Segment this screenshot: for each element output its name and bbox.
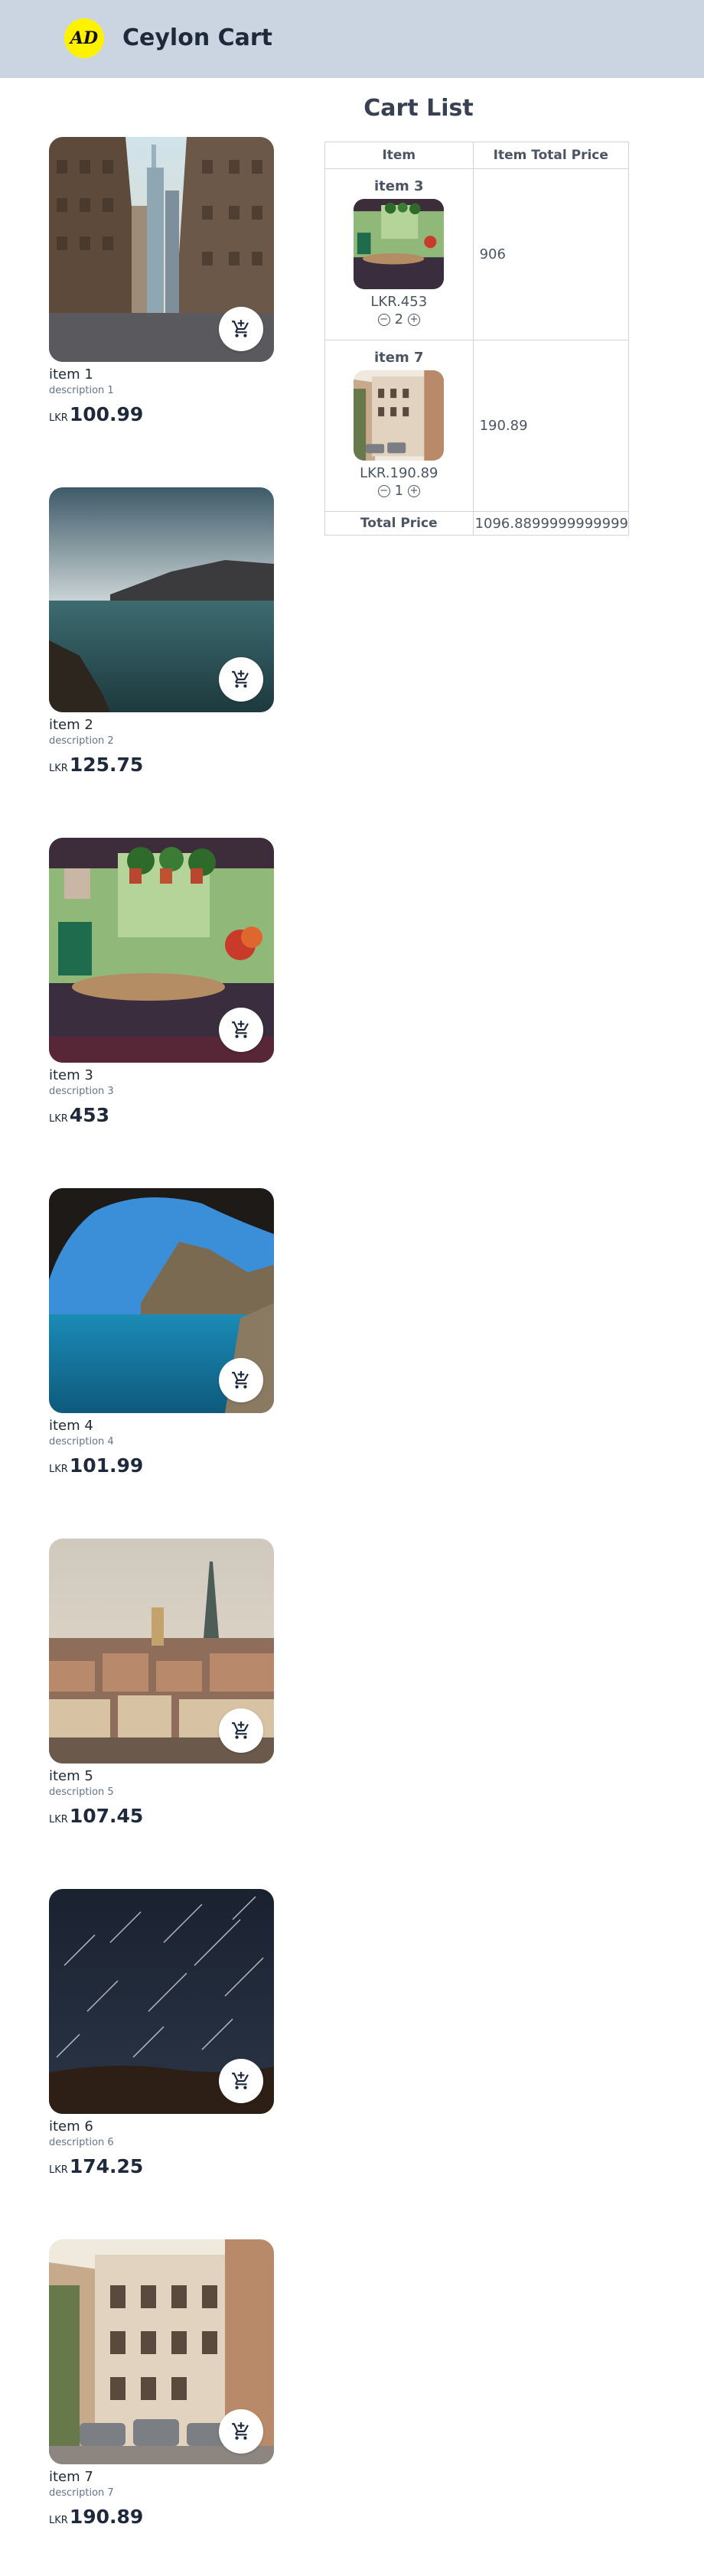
product-description: description 7 (49, 2487, 114, 2499)
cart-item-cell: item 7 LKR.190.89 − 1 + (324, 340, 474, 512)
column-header-total: Item Total Price (472, 142, 630, 169)
add-to-cart-button[interactable] (219, 2059, 263, 2103)
add-to-cart-button[interactable] (219, 2409, 263, 2454)
plus-circle-icon[interactable]: + (408, 484, 421, 497)
cart-table: Item Item Total Price item 3 LKR.453 − 2… (324, 142, 630, 536)
product-description: description 6 (49, 2137, 114, 2148)
cart-item-total: 906 (472, 168, 630, 340)
product-image (49, 137, 274, 362)
minus-circle-icon[interactable]: − (377, 484, 390, 497)
add-shopping-cart-icon (232, 670, 249, 688)
product-image (49, 1539, 274, 1763)
add-to-cart-button[interactable] (219, 657, 263, 702)
total-price-value: 1096.8899999999999 (472, 511, 630, 536)
cart-title: Cart List (363, 95, 474, 122)
cart-row: item 3 LKR.453 − 2 + 906 (324, 168, 630, 340)
product-price: LKR101.99 (49, 1454, 144, 1477)
product-card: item 3 description 3 LKR453 (49, 838, 275, 1132)
add-to-cart-button[interactable] (219, 1008, 263, 1052)
quantity-stepper: − 1 + (325, 483, 473, 499)
product-description: description 4 (49, 1436, 114, 1448)
quantity-value: 2 (394, 311, 404, 327)
cart-header-row: Item Item Total Price (324, 142, 630, 169)
product-image (49, 838, 274, 1063)
cart-item-total: 190.89 (472, 340, 630, 512)
cart-item-price: LKR.453 (370, 294, 428, 310)
product-name: item 4 (49, 1418, 93, 1434)
product-price: LKR174.25 (49, 2155, 144, 2177)
cart-item-name: item 7 (374, 350, 424, 366)
product-description: description 5 (49, 1786, 114, 1798)
product-card: item 2 description 2 LKR125.75 (49, 487, 275, 781)
product-image (49, 487, 274, 712)
cart-item-price: LKR.190.89 (360, 465, 438, 481)
product-image (49, 1188, 274, 1413)
product-image (49, 1889, 274, 2114)
brand-name[interactable]: Ceylon Cart (122, 18, 272, 58)
add-shopping-cart-icon (232, 1021, 249, 1038)
cart-total-row: Total Price 1096.8899999999999 (324, 511, 630, 536)
product-card: item 6 description 6 LKR174.25 (49, 1889, 275, 2183)
add-to-cart-button[interactable] (219, 307, 263, 351)
product-image (49, 2239, 274, 2464)
cart-row: item 7 LKR.190.89 − 1 + 190.89 (324, 340, 630, 512)
app-header: AD Ceylon Cart (0, 0, 704, 78)
cart-item-cell: item 3 LKR.453 − 2 + (324, 168, 474, 340)
add-shopping-cart-icon (232, 1371, 249, 1389)
plus-circle-icon[interactable]: + (408, 313, 421, 326)
column-header-item: Item (324, 142, 474, 169)
product-name: item 2 (49, 717, 93, 733)
quantity-value: 1 (394, 483, 404, 499)
add-shopping-cart-icon (232, 2422, 249, 2440)
product-name: item 6 (49, 2118, 93, 2135)
product-description: description 2 (49, 735, 114, 747)
product-price: LKR453 (49, 1104, 109, 1126)
product-name: item 3 (49, 1067, 93, 1083)
product-description: description 1 (49, 385, 114, 396)
total-price-label: Total Price (324, 511, 474, 536)
product-card: item 1 description 1 LKR100.99 (49, 137, 275, 431)
cart-item-name: item 3 (374, 178, 424, 194)
product-name: item 5 (49, 1768, 93, 1784)
product-name: item 7 (49, 2469, 93, 2485)
product-price: LKR125.75 (49, 754, 144, 776)
add-to-cart-button[interactable] (219, 1358, 263, 1402)
product-card: item 7 description 7 LKR190.89 (49, 2239, 275, 2533)
quantity-stepper: − 2 + (325, 311, 473, 327)
product-price: LKR100.99 (49, 403, 144, 425)
product-name: item 1 (49, 366, 93, 383)
add-shopping-cart-icon (232, 1721, 249, 1739)
product-card: item 4 description 4 LKR101.99 (49, 1188, 275, 1482)
add-to-cart-button[interactable] (219, 1708, 263, 1753)
minus-circle-icon[interactable]: − (377, 313, 390, 326)
product-price: LKR190.89 (49, 2506, 144, 2528)
product-price: LKR107.45 (49, 1805, 144, 1827)
add-shopping-cart-icon (232, 2072, 249, 2089)
add-shopping-cart-icon (232, 320, 249, 337)
cart-item-image (354, 370, 445, 461)
product-description: description 3 (49, 1086, 114, 1097)
product-card: item 5 description 5 LKR107.45 (49, 1539, 275, 1832)
cart-item-image (354, 199, 445, 289)
brand-logo[interactable]: AD (64, 18, 104, 58)
